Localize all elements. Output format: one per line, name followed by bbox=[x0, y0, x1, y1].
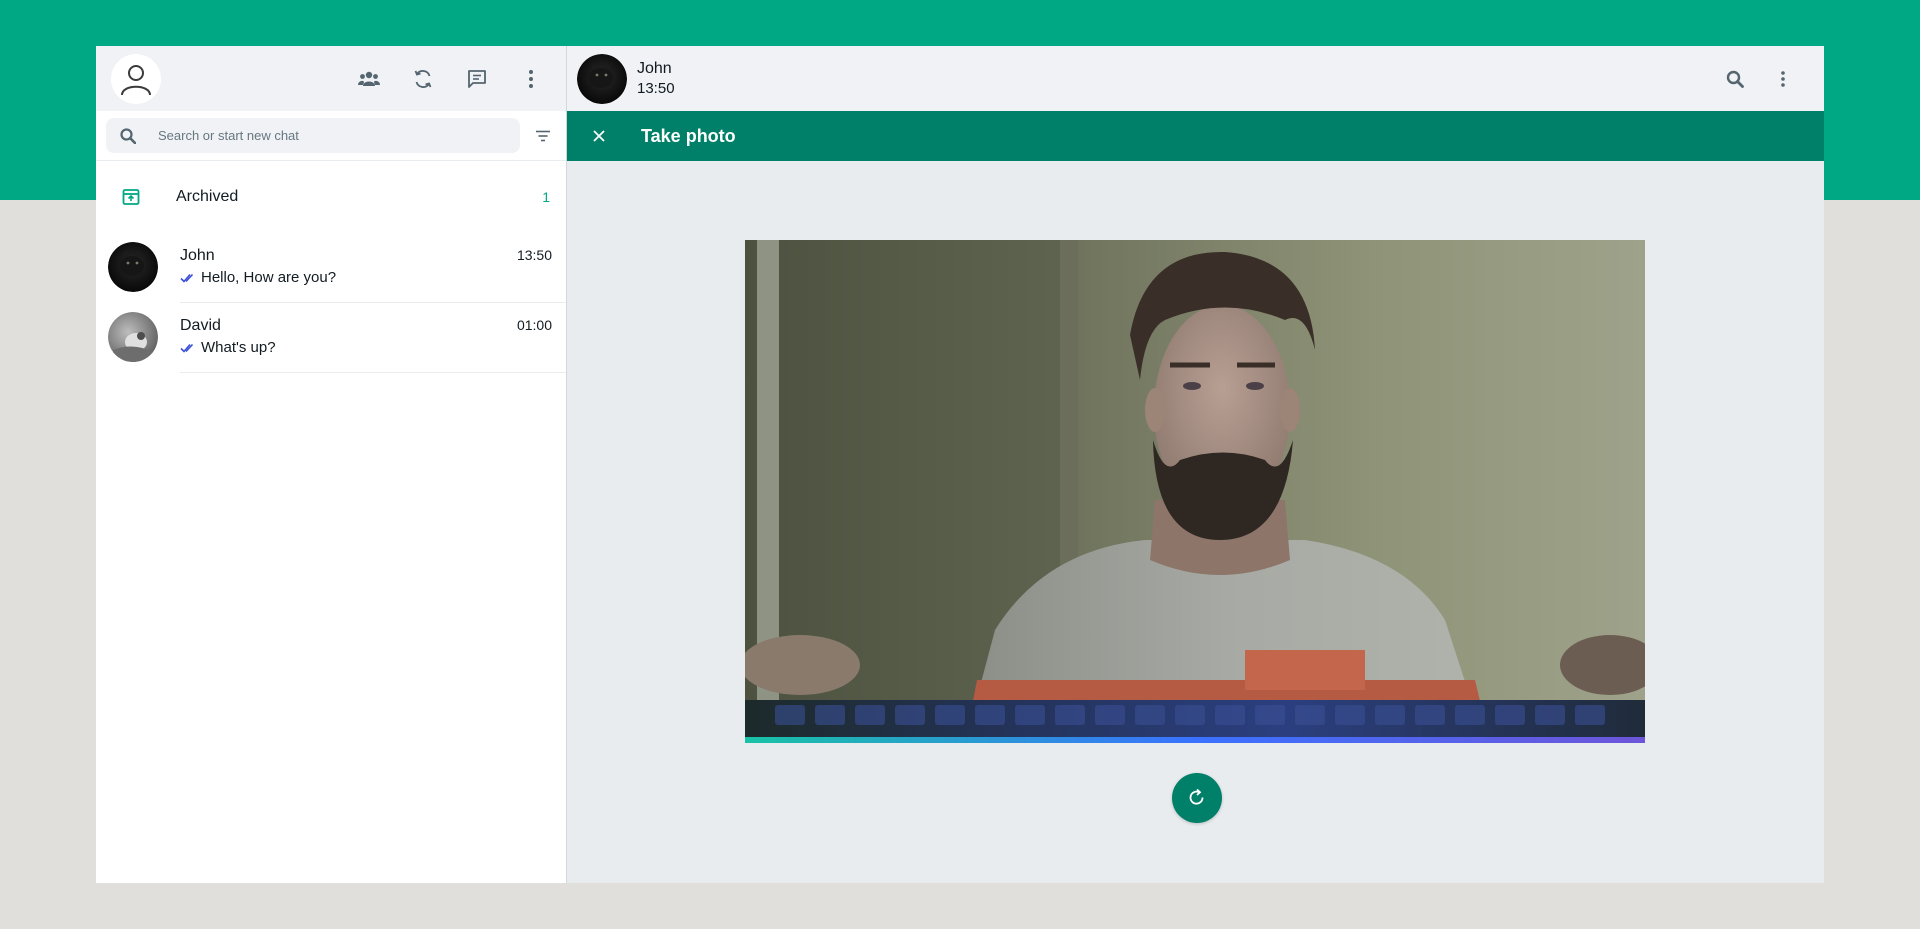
close-icon bbox=[593, 130, 605, 142]
sidebar: Archived 1 John 13:50 bbox=[96, 46, 567, 883]
double-check-icon bbox=[180, 273, 194, 283]
camera-preview-image bbox=[745, 240, 1645, 743]
contact-avatar-david bbox=[108, 312, 158, 362]
conversation-menu-button[interactable] bbox=[1770, 66, 1796, 92]
contact-name: John bbox=[637, 60, 672, 77]
search-box bbox=[106, 118, 520, 153]
contact-last-seen: 13:50 bbox=[637, 80, 675, 97]
communities-icon bbox=[358, 71, 380, 86]
user-silhouette-icon bbox=[121, 64, 151, 95]
filter-button[interactable] bbox=[530, 123, 556, 149]
chat-last-message: What's up? bbox=[201, 339, 276, 356]
take-photo-title: Take photo bbox=[641, 125, 736, 146]
contact-avatar-john bbox=[577, 53, 627, 104]
status-icon bbox=[414, 69, 432, 88]
chat-time: 01:00 bbox=[516, 317, 552, 333]
conversation-actions bbox=[1722, 66, 1796, 92]
chat-list-item-john[interactable]: John 13:50 Hello, How are you? bbox=[96, 232, 566, 303]
archived-row[interactable]: Archived 1 bbox=[96, 161, 566, 232]
chat-list-item-david[interactable]: David 01:00 What's up? bbox=[96, 302, 566, 373]
communities-button[interactable] bbox=[356, 66, 382, 92]
search-icon bbox=[1726, 70, 1744, 88]
sidebar-menu-button[interactable] bbox=[518, 66, 544, 92]
conversation-panel: John 13:50 Take photo bbox=[567, 46, 1824, 883]
chat-last-message: Hello, How are you? bbox=[201, 269, 337, 286]
new-chat-button[interactable] bbox=[464, 66, 490, 92]
chat-time: 13:50 bbox=[516, 247, 552, 263]
contact-avatar-john bbox=[108, 242, 158, 292]
search-messages-button[interactable] bbox=[1722, 66, 1748, 92]
conversation-header[interactable]: John 13:50 bbox=[567, 46, 1824, 111]
take-photo-bar: Take photo bbox=[567, 111, 1824, 161]
refresh-icon bbox=[1189, 788, 1204, 805]
retake-photo-button[interactable] bbox=[1172, 773, 1222, 823]
double-check-icon bbox=[180, 343, 194, 353]
chat-name: David bbox=[180, 317, 221, 334]
camera-area bbox=[567, 161, 1824, 883]
chat-details: John 13:50 Hello, How are you? bbox=[180, 232, 566, 303]
archived-count-badge: 1 bbox=[542, 188, 550, 205]
my-profile-avatar[interactable] bbox=[111, 53, 161, 104]
new-chat-icon bbox=[468, 69, 486, 88]
menu-icon bbox=[529, 69, 533, 88]
search-input[interactable] bbox=[156, 127, 460, 144]
chat-name: John bbox=[180, 247, 215, 264]
archive-icon bbox=[122, 188, 140, 205]
filter-icon bbox=[536, 130, 550, 141]
search-row bbox=[96, 111, 566, 161]
archived-label: Archived bbox=[176, 187, 239, 205]
status-button[interactable] bbox=[410, 66, 436, 92]
sidebar-actions bbox=[356, 66, 554, 92]
app-window: Archived 1 John 13:50 bbox=[96, 46, 1824, 883]
chat-details: David 01:00 What's up? bbox=[180, 302, 566, 373]
menu-icon bbox=[1781, 70, 1785, 87]
search-icon bbox=[120, 127, 136, 144]
close-photo-button[interactable] bbox=[589, 126, 609, 146]
contact-info: John 13:50 bbox=[637, 60, 675, 97]
sidebar-header bbox=[96, 46, 566, 111]
